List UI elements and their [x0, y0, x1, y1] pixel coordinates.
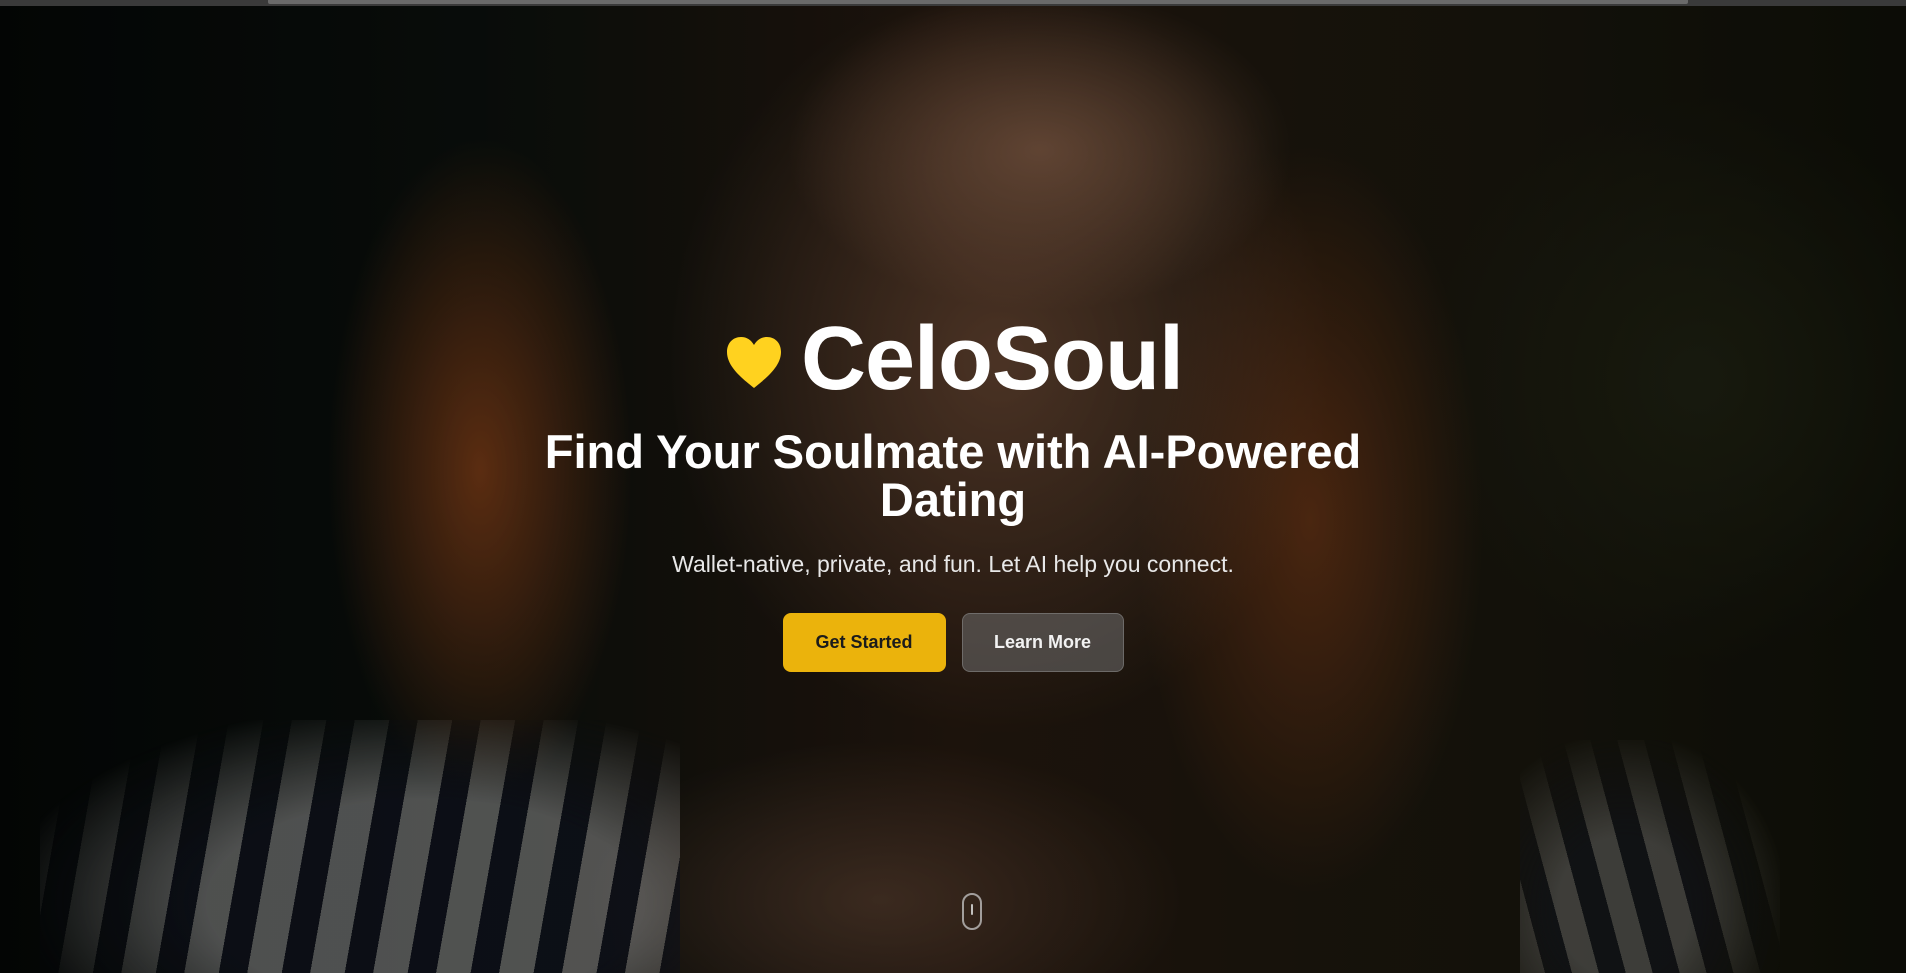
- mouse-scroll-icon[interactable]: [962, 893, 982, 930]
- learn-more-button[interactable]: Learn More: [961, 613, 1124, 672]
- brand-name: CeloSoul: [800, 309, 1184, 409]
- scrollbar-thumb[interactable]: [268, 0, 1688, 4]
- hero-headline: Find Your Soulmate with AI-Powered Datin…: [544, 425, 1362, 526]
- scroll-wheel: [971, 904, 973, 915]
- cta-button-group: Get Started Learn More: [0, 613, 1906, 672]
- get-started-button[interactable]: Get Started: [782, 613, 946, 672]
- hero-subtitle: Wallet-native, private, and fun. Let AI …: [672, 551, 1234, 577]
- horizontal-scrollbar[interactable]: [0, 0, 1906, 6]
- heart-icon: [726, 337, 781, 388]
- brand-logo: CeloSoul: [0, 304, 1906, 414]
- landing-page: CeloSoul Find Your Soulmate with AI-Powe…: [0, 0, 1906, 973]
